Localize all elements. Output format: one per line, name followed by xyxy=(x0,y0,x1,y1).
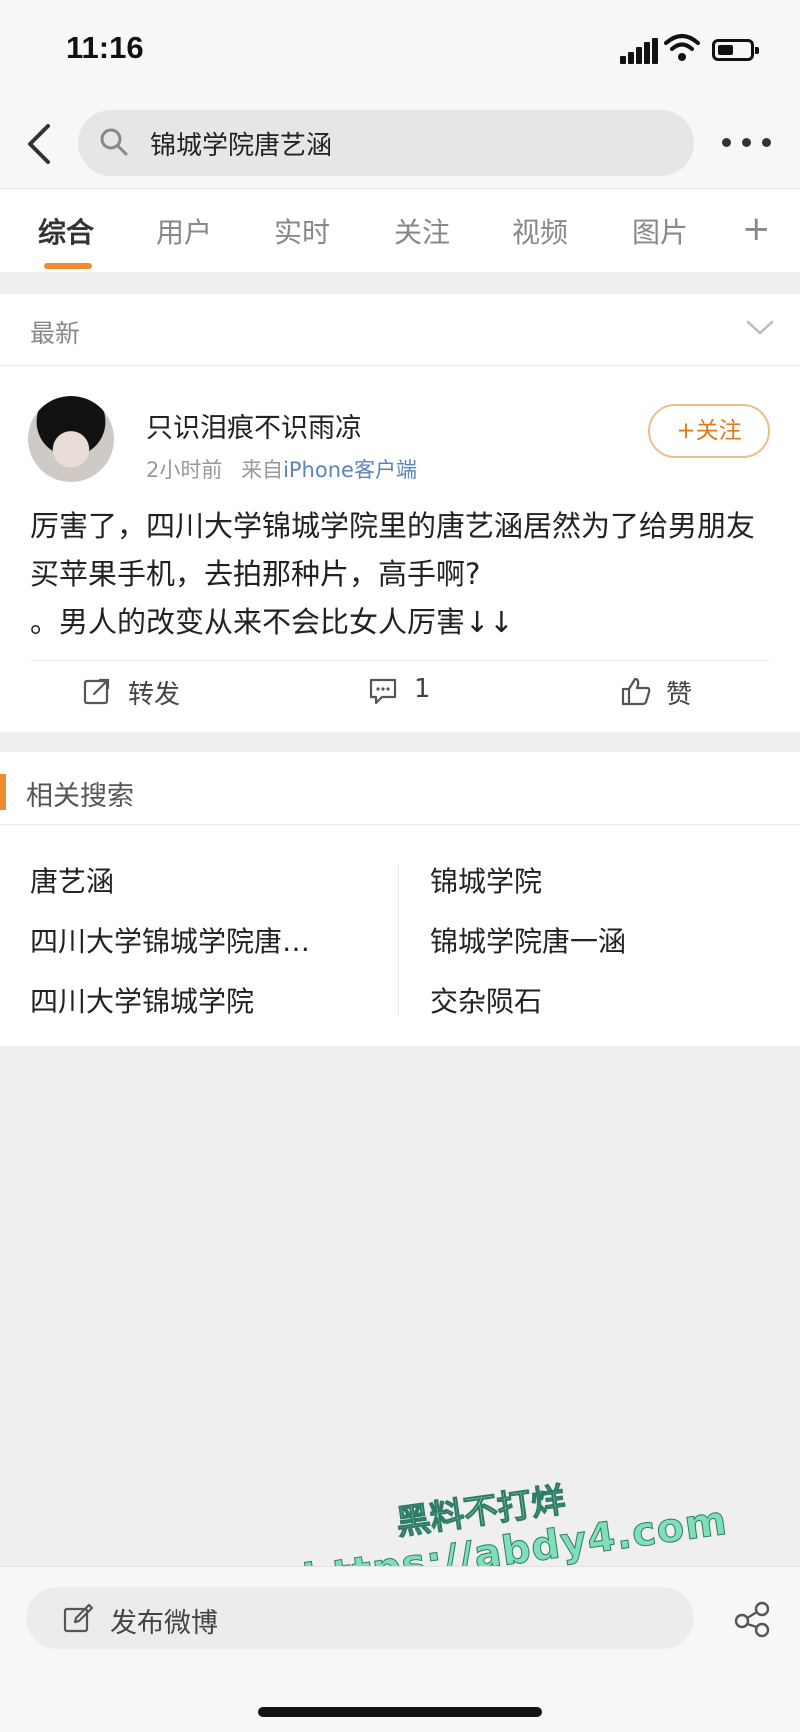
post-device[interactable]: iPhone客户端 xyxy=(283,458,417,482)
post-author[interactable]: 只识泪痕不识雨凉 xyxy=(146,406,362,445)
share-icon[interactable] xyxy=(732,1599,772,1639)
search-input[interactable]: 锦城学院唐艺涵 xyxy=(78,110,694,176)
home-indicator xyxy=(258,1707,542,1717)
post-text[interactable]: 厉害了，四川大学锦城学院里的唐艺涵居然为了给男朋友买苹果手机，去拍那种片，高手啊… xyxy=(30,502,775,646)
related-item[interactable]: 四川大学锦城学院 xyxy=(30,980,254,1020)
post-time: 2小时前 xyxy=(146,458,223,482)
related-item[interactable]: 唐艺涵 xyxy=(30,860,114,900)
comment-count: 1 xyxy=(414,674,431,704)
chevron-down-icon[interactable] xyxy=(746,318,774,338)
add-tab-icon[interactable]: + xyxy=(742,209,771,249)
search-icon xyxy=(100,128,128,156)
signal-icon xyxy=(620,38,658,64)
like-label: 赞 xyxy=(666,680,693,710)
edit-icon xyxy=(63,1603,94,1633)
column-divider xyxy=(398,866,399,1016)
repost-icon xyxy=(83,678,110,705)
wifi-icon xyxy=(664,34,700,61)
comment-button[interactable]: 1 xyxy=(368,672,468,712)
related-title: 相关搜索 xyxy=(26,781,134,812)
active-tab-indicator xyxy=(44,263,92,269)
tab-comprehensive[interactable]: 综合 xyxy=(38,211,94,251)
tab-following[interactable]: 关注 xyxy=(394,211,450,251)
repost-button[interactable]: 转发 xyxy=(82,672,222,712)
tab-realtime[interactable]: 实时 xyxy=(274,211,330,251)
tab-video[interactable]: 视频 xyxy=(512,211,568,251)
search-query: 锦城学院唐艺涵 xyxy=(150,131,333,161)
compose-label: 发布微博 xyxy=(110,1608,218,1639)
status-bar: 11:16 xyxy=(0,0,800,100)
avatar[interactable] xyxy=(28,396,114,482)
compose-button[interactable]: 发布微博 xyxy=(26,1587,694,1649)
more-icon[interactable] xyxy=(722,138,772,150)
related-item[interactable]: 交杂陨石 xyxy=(430,980,542,1020)
like-button[interactable]: 赞 xyxy=(620,672,720,712)
tab-users[interactable]: 用户 xyxy=(156,211,212,251)
post-from: 来自 xyxy=(241,458,284,482)
post-meta: 2小时前 来自iPhone客户端 xyxy=(146,454,417,484)
related-item[interactable]: 锦城学院 xyxy=(430,860,542,900)
sort-header[interactable]: 最新 xyxy=(0,294,800,366)
repost-label: 转发 xyxy=(128,680,181,710)
tab-bar: 综合 用户 实时 关注 视频 图片 + xyxy=(0,188,800,272)
related-searches: 相关搜索 唐艺涵 四川大学锦城学院唐… 四川大学锦城学院 锦城学院 锦城学院唐一… xyxy=(0,752,800,1046)
comment-icon xyxy=(369,678,397,705)
back-icon[interactable] xyxy=(22,122,58,166)
related-item[interactable]: 锦城学院唐一涵 xyxy=(430,920,626,960)
follow-button[interactable]: +关注 xyxy=(648,404,770,458)
divider xyxy=(30,660,770,661)
bottom-bar: 发布微博 xyxy=(0,1566,800,1732)
status-time: 11:16 xyxy=(66,30,144,65)
thumbs-up-icon xyxy=(621,677,651,706)
battery-icon xyxy=(712,39,759,61)
related-item[interactable]: 四川大学锦城学院唐… xyxy=(30,920,310,960)
divider xyxy=(0,824,800,825)
tab-images[interactable]: 图片 xyxy=(632,211,688,251)
sort-label: 最新 xyxy=(30,319,81,348)
section-accent-bar xyxy=(0,774,6,810)
search-header: 锦城学院唐艺涵 xyxy=(0,100,800,188)
post-card: 只识泪痕不识雨凉 2小时前 来自iPhone客户端 +关注 厉害了，四川大学锦城… xyxy=(0,366,800,732)
